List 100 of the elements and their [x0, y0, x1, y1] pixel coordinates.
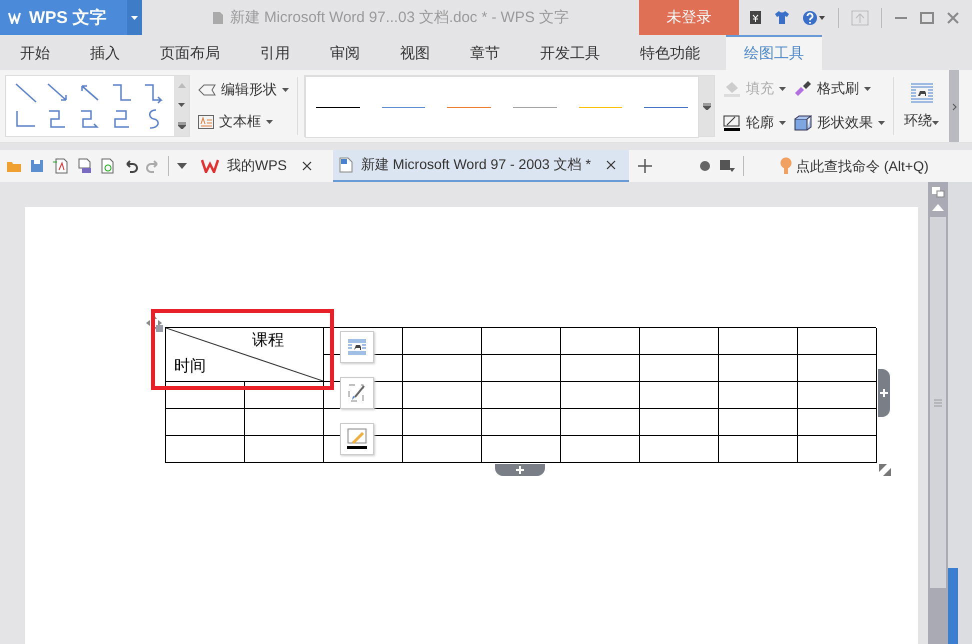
caret-icon — [864, 87, 871, 91]
table-cell[interactable] — [798, 355, 877, 382]
table-cell[interactable] — [798, 436, 877, 463]
style-button[interactable]: 轮廓 — [721, 114, 788, 132]
table-cell[interactable] — [561, 409, 640, 436]
style-button[interactable]: 形状效果 — [792, 114, 887, 132]
table-cell[interactable] — [245, 382, 324, 409]
menu-tab[interactable]: 章节 — [456, 35, 514, 70]
document-tab[interactable]: 我的WPS — [195, 150, 325, 182]
view-icon[interactable] — [931, 186, 945, 198]
line-style-swatch[interactable] — [578, 106, 622, 108]
document-tab[interactable]: 新建 Microsoft Word 97 - 2003 文档 * — [332, 150, 629, 182]
line-style-swatch[interactable] — [644, 106, 688, 108]
menu-tab[interactable]: 开发工具 — [526, 35, 614, 70]
outline-style-menu[interactable] — [340, 423, 374, 455]
expand-gallery-icon[interactable] — [178, 122, 186, 129]
tool-icon[interactable] — [698, 160, 711, 172]
wps-logo-icon — [201, 159, 219, 173]
table-cell[interactable] — [640, 355, 719, 382]
table-cell[interactable] — [403, 382, 482, 409]
table-cell[interactable] — [561, 328, 640, 355]
table-cell[interactable] — [798, 328, 877, 355]
menu-tab[interactable]: 审阅 — [316, 35, 374, 70]
connector-shape-icon[interactable] — [46, 82, 70, 104]
app-dropdown-button[interactable] — [127, 0, 142, 35]
scrollbar-thumb[interactable] — [930, 217, 946, 588]
command-search-field[interactable]: 点此查找命令 (Alt+Q) — [780, 157, 956, 175]
table-cell[interactable] — [798, 409, 877, 436]
diagonal-header-cell[interactable]: 课程 时间 — [166, 328, 324, 382]
menu-tab[interactable]: 引用 — [246, 35, 304, 70]
wallet-icon[interactable] — [749, 10, 762, 25]
line-style-swatch[interactable] — [513, 106, 557, 108]
table-cell[interactable] — [482, 328, 561, 355]
table-cell[interactable] — [245, 436, 324, 463]
move-handle-icon[interactable] — [145, 314, 163, 332]
table-cell[interactable] — [245, 409, 324, 436]
menu-tab[interactable]: 页面布局 — [146, 35, 234, 70]
style-button[interactable]: 格式刷 — [792, 80, 887, 98]
table-cell[interactable] — [166, 382, 245, 409]
menu-tab[interactable]: 视图 — [386, 35, 444, 70]
shape-style-menu[interactable] — [340, 377, 374, 409]
line-style-swatch[interactable] — [316, 106, 360, 108]
maximize-icon[interactable] — [920, 10, 934, 24]
connector-shape-icon[interactable] — [78, 108, 102, 130]
table-cell[interactable] — [561, 436, 640, 463]
menu-tab[interactable]: 开始 — [6, 35, 64, 70]
pdf-export-icon[interactable] — [52, 158, 68, 174]
line-style-swatch[interactable] — [382, 106, 426, 108]
table-cell[interactable] — [640, 328, 719, 355]
add-column-button[interactable] — [878, 369, 890, 417]
table-cell[interactable] — [640, 382, 719, 409]
table-cell[interactable] — [403, 436, 482, 463]
plus-icon[interactable] — [636, 158, 653, 174]
brush-icon — [794, 81, 812, 97]
table-cell[interactable] — [561, 355, 640, 382]
flag-icon[interactable] — [718, 159, 735, 173]
caret-icon — [282, 88, 289, 92]
table-cell[interactable] — [403, 355, 482, 382]
shirt-icon[interactable] — [774, 10, 790, 25]
add-row-button[interactable] — [495, 464, 545, 476]
table-cell[interactable] — [719, 409, 798, 436]
table-cell[interactable] — [640, 409, 719, 436]
connector-shape-icon[interactable] — [14, 82, 38, 104]
table-cell[interactable] — [403, 409, 482, 436]
wrap-text-icon — [347, 338, 367, 356]
edit-shape-button[interactable]: 编辑形状 — [196, 81, 291, 99]
print-preview-icon[interactable] — [100, 158, 116, 174]
table-cell[interactable] — [719, 355, 798, 382]
table-cell[interactable] — [719, 436, 798, 463]
connector-shape-icon[interactable] — [142, 82, 166, 104]
save-icon[interactable] — [30, 159, 44, 173]
table-cell[interactable] — [719, 382, 798, 409]
table-cell[interactable] — [166, 409, 245, 436]
app-menu-button[interactable]: WPS 文字 — [0, 0, 127, 35]
line-style-swatch[interactable] — [447, 106, 492, 108]
table-cell[interactable] — [561, 382, 640, 409]
table-cell[interactable] — [403, 328, 482, 355]
text-box-button[interactable]: 文本框 — [196, 113, 291, 131]
dropdown-icon[interactable] — [177, 163, 187, 169]
wrap-button[interactable]: 环绕 — [900, 82, 943, 130]
wrap-options-menu[interactable] — [340, 331, 374, 363]
table-cell[interactable] — [482, 436, 561, 463]
expand-gallery-icon[interactable] — [702, 102, 710, 110]
table-cell[interactable] — [482, 409, 561, 436]
table-cell[interactable] — [166, 436, 245, 463]
menu-tab[interactable]: 特色功能 — [626, 35, 714, 70]
table-cell[interactable] — [798, 382, 877, 409]
table-cell[interactable] — [482, 382, 561, 409]
table-cell[interactable] — [640, 436, 719, 463]
shape-outline-icon — [198, 83, 216, 97]
caret-icon — [932, 121, 939, 125]
undo-icon[interactable] — [124, 159, 138, 173]
connector-shape-icon[interactable] — [110, 82, 134, 104]
connector-shape-icon[interactable] — [14, 108, 38, 130]
menu-tab[interactable]: 插入 — [76, 35, 134, 70]
resize-handle-icon[interactable] — [879, 464, 891, 476]
help-icon[interactable] — [802, 10, 826, 26]
print-icon[interactable] — [76, 158, 92, 174]
table-cell[interactable] — [719, 328, 798, 355]
table-cell[interactable] — [482, 355, 561, 382]
